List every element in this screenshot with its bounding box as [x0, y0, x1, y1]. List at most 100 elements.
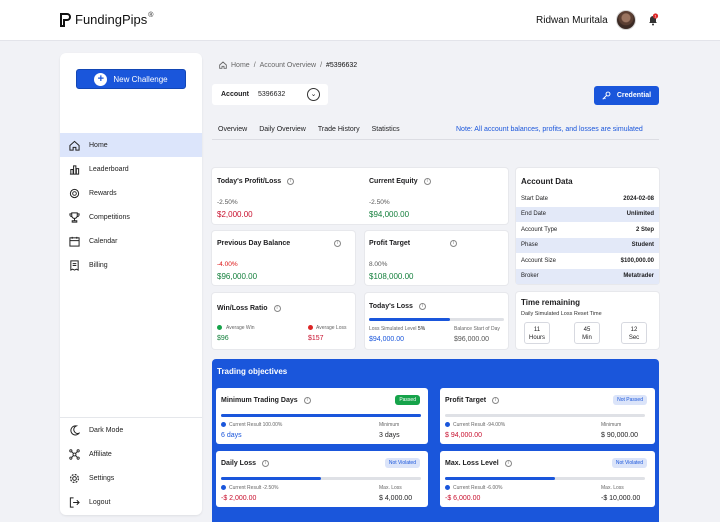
- current-result-value: -$ 6,000.00: [445, 495, 481, 502]
- row-key: Phase: [521, 242, 539, 249]
- brand-logo[interactable]: FundingPips®: [60, 12, 153, 27]
- seconds-label: Sec: [628, 335, 640, 341]
- info-icon[interactable]: i: [423, 178, 431, 185]
- todays-pl-title: Today's Profit/Loss i: [217, 178, 295, 185]
- chevron-down-icon[interactable]: ⌄: [307, 88, 320, 101]
- sidebar-item-rewards[interactable]: Rewards: [60, 181, 202, 205]
- account-data-row: Account Type 2 Step: [516, 222, 659, 238]
- info-icon[interactable]: i: [450, 240, 458, 247]
- win-loss-title-text: Win/Loss Ratio: [217, 305, 268, 312]
- objective-progress: [221, 477, 421, 480]
- home-icon: [69, 140, 80, 151]
- minutes-value: 45: [583, 327, 591, 333]
- tab-daily-overview[interactable]: Daily Overview: [259, 121, 306, 139]
- account-data-row: Phase Student: [516, 237, 659, 253]
- loss-level-label-text: Loss Simulated Level: [369, 326, 417, 332]
- user-menu[interactable]: Ridwan Muritala: [536, 10, 636, 30]
- minutes-label: Min: [582, 335, 592, 341]
- account-value: 5396632: [258, 91, 286, 98]
- sidebar-item-label: Dark Mode: [89, 426, 124, 434]
- profit-target-title-text: Profit Target: [369, 240, 411, 247]
- info-icon[interactable]: i: [262, 460, 270, 467]
- objective-progress: [445, 477, 645, 480]
- row-value: Student: [631, 242, 654, 249]
- account-selector[interactable]: Account 5396632 ⌄: [212, 84, 328, 105]
- row-key: End Date: [521, 211, 547, 218]
- sidebar-item-label: Affiliate: [89, 450, 112, 458]
- todays-loss-title: Today's Loss i: [369, 303, 426, 310]
- sidebar-item-home[interactable]: Home: [60, 133, 202, 157]
- sidebar-item-logout[interactable]: Logout: [60, 490, 202, 514]
- current-dot: [221, 485, 226, 490]
- todays-loss-progress: [369, 318, 504, 321]
- brand-name: FundingPips: [75, 12, 148, 27]
- row-value: 2 Step: [635, 226, 654, 233]
- breadcrumb-account-overview[interactable]: Account Overview: [260, 62, 316, 69]
- sidebar-item-dark-mode[interactable]: Dark Mode: [60, 418, 202, 442]
- credential-button[interactable]: Credential: [594, 86, 659, 105]
- avatar[interactable]: [615, 10, 636, 30]
- row-value: 2024-02-08: [623, 195, 654, 202]
- time-remaining-title: Time remaining: [521, 298, 580, 307]
- breadcrumb-current: #5396632: [326, 61, 358, 69]
- account-data-card: Account Data Start Date 2024-02-08 End Da…: [516, 168, 659, 284]
- info-icon[interactable]: i: [287, 178, 295, 185]
- plus-icon: +: [94, 72, 108, 86]
- previous-day-balance-card: Previous Day Balance i -4.00% $96,000.00: [212, 231, 355, 285]
- bar-chart-icon: [69, 164, 80, 175]
- info-icon[interactable]: i: [418, 303, 426, 310]
- home-icon[interactable]: [219, 61, 227, 69]
- objective-title: Minimum Trading Days: [221, 397, 298, 404]
- sidebar-item-leaderboard[interactable]: Leaderboard: [60, 157, 202, 181]
- sidebar-item-competitions[interactable]: Competitions: [60, 205, 202, 229]
- brand-registered-mark: ®: [148, 12, 154, 19]
- objective-title: Max. Loss Level: [445, 460, 499, 467]
- tab-overview[interactable]: Overview: [218, 121, 247, 139]
- breadcrumb-separator: /: [320, 61, 323, 69]
- todays-pl-pct: -2.50%: [217, 199, 238, 206]
- notification-bell-icon[interactable]: 1: [647, 13, 659, 27]
- seconds-value: 12: [630, 327, 638, 333]
- prev-balance-pct: -4.00%: [217, 261, 238, 268]
- row-key: Account Type: [521, 226, 558, 233]
- minimum-label: Minimum: [379, 422, 400, 428]
- info-icon[interactable]: i: [334, 240, 342, 247]
- sidebar-item-affiliate[interactable]: Affiliate: [60, 442, 202, 466]
- sidebar-item-label: Rewards: [89, 189, 117, 197]
- new-challenge-label: New Challenge: [113, 74, 168, 84]
- status-badge: Passed: [395, 395, 420, 405]
- tab-statistics[interactable]: Statistics: [372, 121, 400, 139]
- objective-progress-fill: [221, 477, 321, 480]
- status-badge: Not Violated: [611, 458, 647, 468]
- minimum-label: Minimum: [601, 422, 622, 428]
- loss-level-pct: 5%: [417, 326, 426, 332]
- tab-trade-history[interactable]: Trade History: [318, 121, 360, 139]
- sidebar-item-calendar[interactable]: Calendar: [60, 229, 202, 253]
- breadcrumb-home[interactable]: Home: [231, 62, 250, 69]
- time-remaining-subtitle: Daily Simulated Loss Reset Time: [521, 311, 602, 317]
- sidebar-item-label: Competitions: [89, 213, 130, 221]
- objective-progress: [445, 414, 645, 417]
- hours-label: Hours: [528, 335, 545, 341]
- hours-value: 11: [533, 327, 541, 333]
- status-badge: Not Violated: [384, 458, 420, 468]
- account-data-row: Start Date 2024-02-08: [516, 191, 659, 207]
- profit-target-title: Profit Target i: [369, 240, 458, 247]
- sidebar-item-label: Logout: [89, 498, 111, 506]
- sidebar-item-billing[interactable]: Billing: [60, 253, 202, 277]
- row-key: Account Size: [521, 257, 557, 264]
- medal-icon: [69, 188, 80, 198]
- new-challenge-button[interactable]: + New Challenge: [76, 69, 186, 89]
- current-result-label: Current Result -6.00%: [453, 485, 503, 491]
- win-loss-card: Win/Loss Ratio i Average Win $96 Average …: [212, 293, 355, 349]
- logo-mark-icon: [60, 12, 71, 27]
- sidebar: + New Challenge Home Leaderboard Rewards…: [60, 53, 202, 515]
- sidebar-item-settings[interactable]: Settings: [60, 466, 202, 490]
- info-icon[interactable]: i: [504, 460, 512, 467]
- todays-loss-title-text: Today's Loss: [369, 303, 413, 310]
- row-key: Start Date: [521, 195, 549, 202]
- info-icon[interactable]: i: [303, 397, 311, 404]
- moon-icon: [70, 424, 80, 435]
- info-icon[interactable]: i: [492, 397, 500, 404]
- info-icon[interactable]: i: [273, 305, 281, 312]
